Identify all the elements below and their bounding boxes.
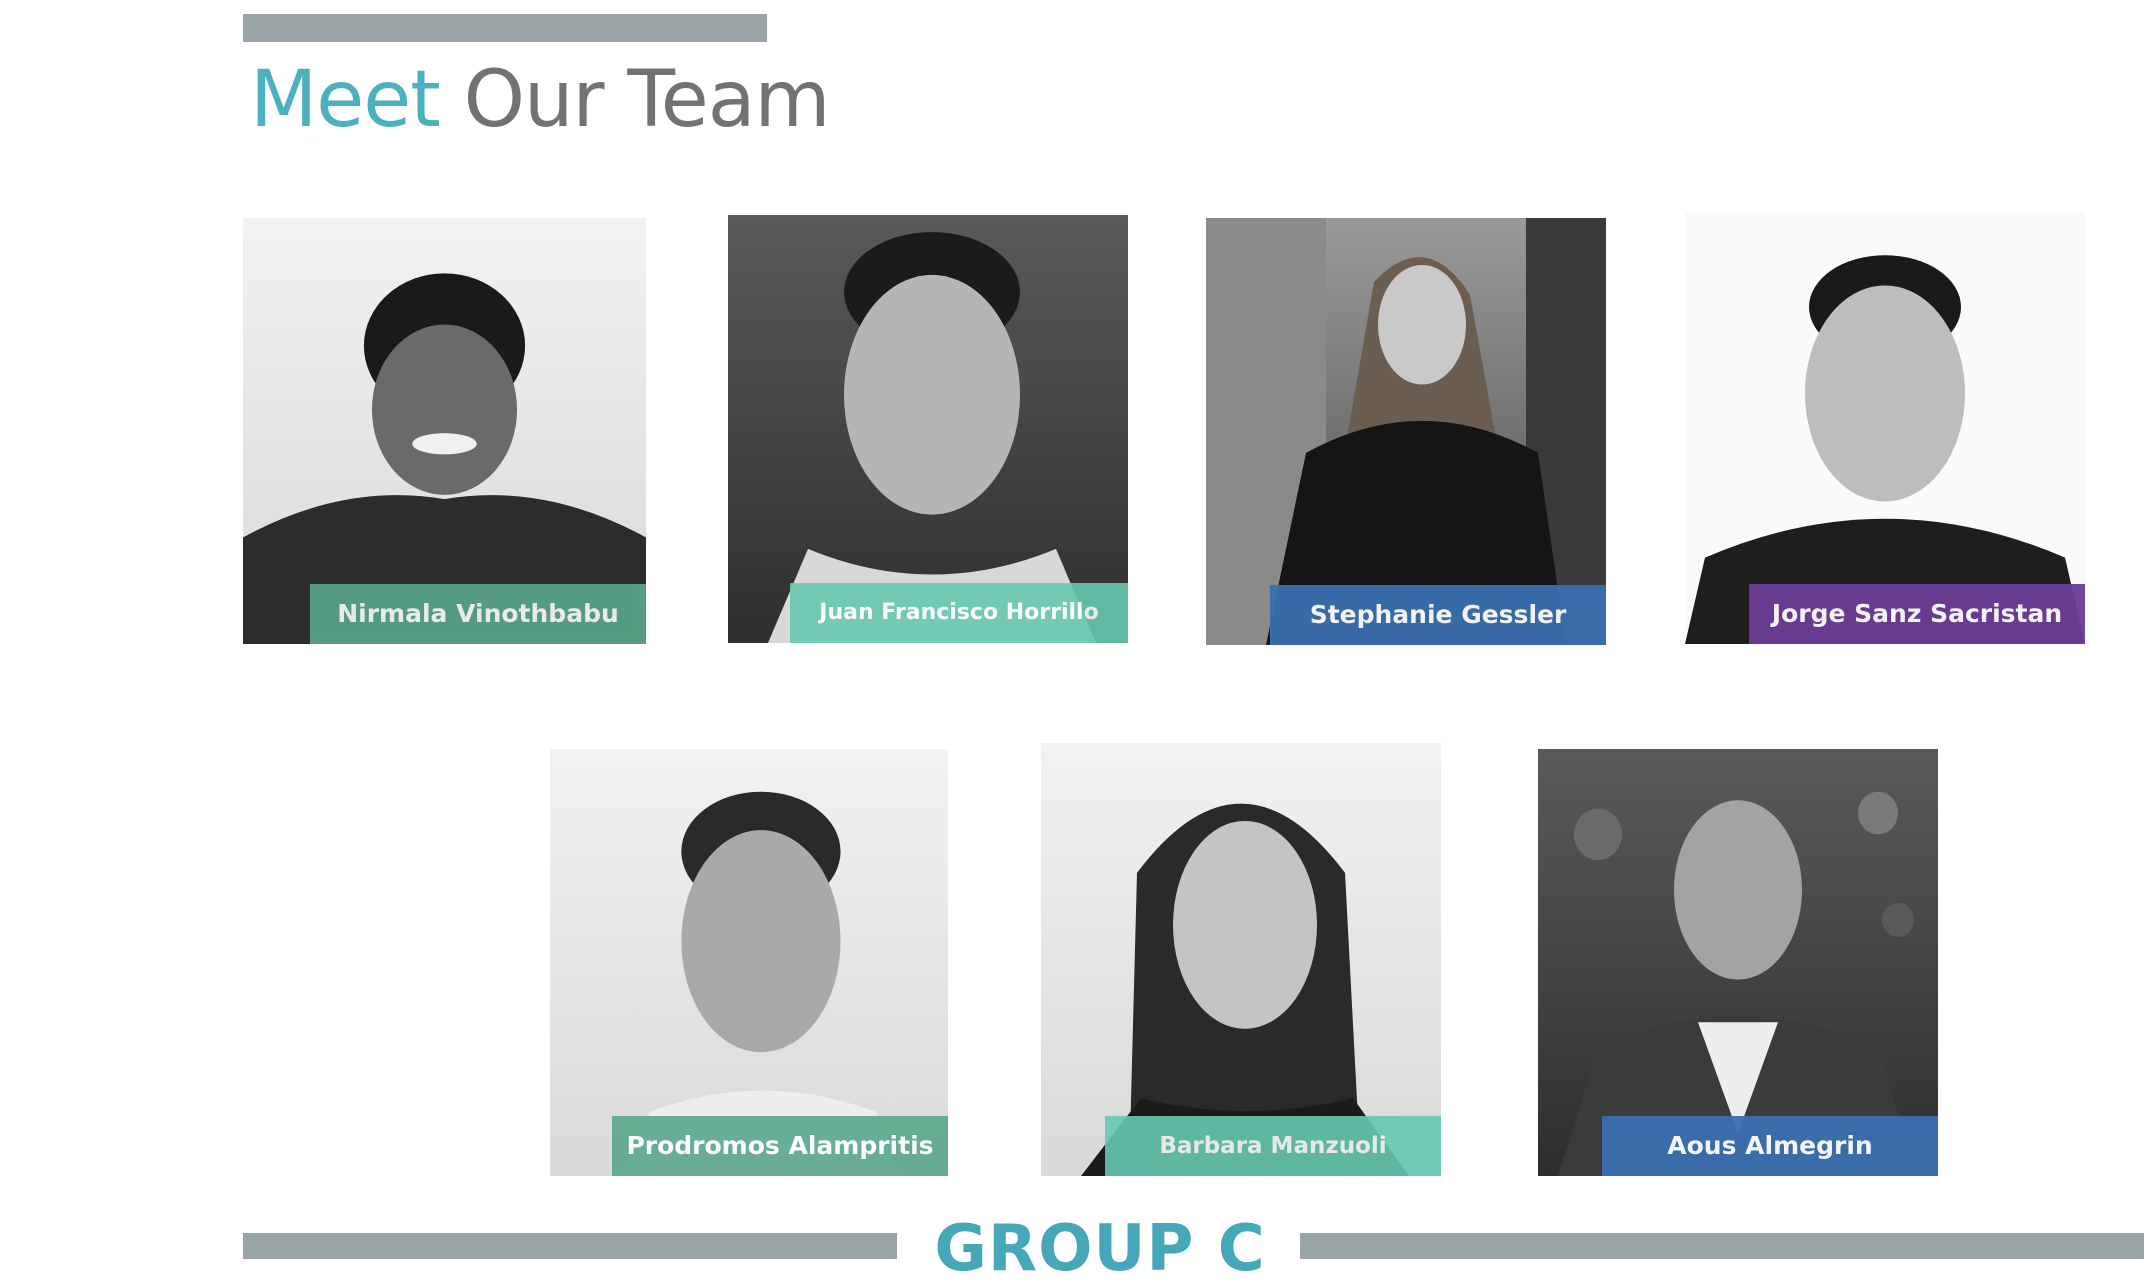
team-member-card: Barbara Manzuoli bbox=[1041, 743, 1441, 1176]
team-member-name: Prodromos Alampritis bbox=[612, 1116, 948, 1176]
portrait-image bbox=[1081, 803, 1409, 1176]
team-member-name: Juan Francisco Horrillo bbox=[790, 583, 1128, 643]
portrait-image bbox=[243, 273, 646, 644]
team-member-card: Jorge Sanz Sacristan bbox=[1685, 212, 2085, 644]
team-member-photo bbox=[1538, 749, 1938, 1176]
team-member-photo bbox=[1206, 218, 1606, 645]
team-member-card: Prodromos Alampritis bbox=[550, 749, 948, 1176]
team-member-photo bbox=[1685, 212, 2085, 644]
page-title: Meet Our Team bbox=[250, 50, 831, 150]
team-member-name: Stephanie Gessler bbox=[1270, 585, 1606, 645]
team-member-photo bbox=[243, 218, 646, 644]
page-title-accent: Meet bbox=[250, 55, 441, 145]
team-member-name: Aous Almegrin bbox=[1602, 1116, 1938, 1176]
top-divider-bar bbox=[243, 14, 767, 42]
team-member-card: Aous Almegrin bbox=[1538, 749, 1938, 1176]
bottom-divider-right bbox=[1300, 1233, 2144, 1259]
team-member-card: Nirmala Vinothbabu bbox=[243, 218, 646, 644]
team-member-name: Barbara Manzuoli bbox=[1105, 1116, 1441, 1176]
portrait-image bbox=[621, 791, 901, 1176]
team-member-name: Nirmala Vinothbabu bbox=[310, 584, 646, 644]
page-title-rest: Our Team bbox=[463, 55, 831, 145]
team-member-photo bbox=[1041, 743, 1441, 1176]
team-member-photo bbox=[550, 749, 948, 1176]
portrait-image bbox=[1685, 255, 2085, 644]
team-member-card: Juan Francisco Horrillo bbox=[728, 215, 1128, 643]
portrait-image bbox=[1558, 791, 1918, 1176]
portrait-image bbox=[768, 232, 1096, 643]
bottom-divider-left bbox=[243, 1233, 897, 1259]
team-member-name: Jorge Sanz Sacristan bbox=[1749, 584, 2085, 644]
group-label: GROUP C bbox=[934, 1212, 1266, 1286]
portrait-image bbox=[1206, 218, 1606, 645]
team-member-card: Stephanie Gessler bbox=[1206, 218, 1606, 645]
team-member-photo bbox=[728, 215, 1128, 643]
